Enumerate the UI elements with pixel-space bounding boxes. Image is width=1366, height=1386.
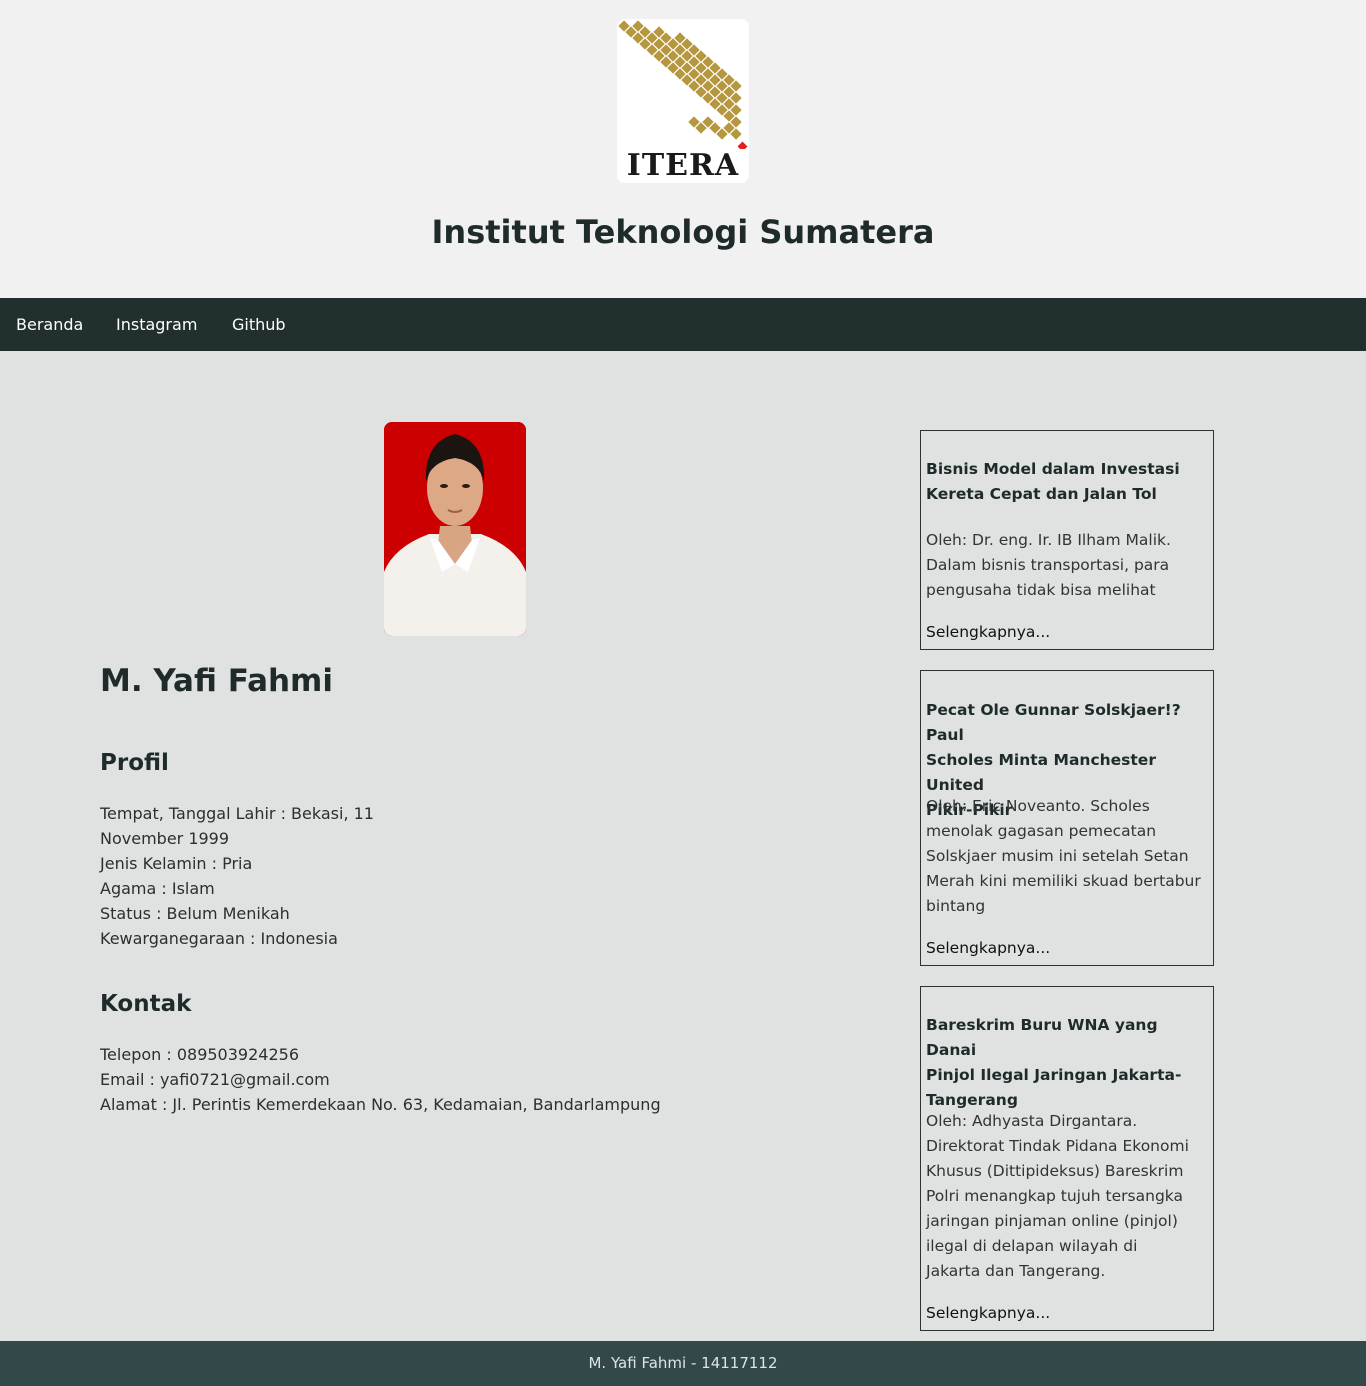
article-excerpt-line: Direktorat Tindak Pidana Ekonomi — [926, 1137, 1189, 1155]
read-more-link[interactable]: Selengkapnya... — [926, 620, 1050, 644]
article-excerpt: Oleh: Eric Noveanto. Scholes menolak gag… — [926, 794, 1212, 919]
article-title-line: Scholes Minta Manchester United — [926, 751, 1156, 794]
profil-line: November 1999 — [100, 829, 230, 848]
article-excerpt-line: Khusus (Dittipideksus) Bareskrim — [926, 1162, 1184, 1180]
site-footer: M. Yafi Fahmi - 14117112 — [0, 1341, 1366, 1386]
read-more-link[interactable]: Selengkapnya... — [926, 936, 1050, 960]
article-title-line: Bareskrim Buru WNA yang Danai — [926, 1016, 1158, 1059]
profil-heading: Profil — [100, 750, 169, 776]
profil-line: Agama : Islam — [100, 879, 215, 898]
nav-item-instagram[interactable]: Instagram — [116, 298, 197, 351]
article-excerpt-line: Oleh: Dr. eng. Ir. IB Ilham Malik. — [926, 531, 1171, 549]
article-excerpt-line: Merah kini memiliki skuad bertabur — [926, 872, 1201, 890]
article-excerpt: Oleh: Dr. eng. Ir. IB Ilham Malik. Dalam… — [926, 528, 1212, 603]
kontak-address: Alamat : Jl. Perintis Kemerdekaan No. 63… — [100, 1095, 661, 1114]
article-excerpt-line: Jakarta dan Tangerang. — [926, 1262, 1106, 1280]
article-excerpt-line: Solskjaer musim ini setelah Setan — [926, 847, 1189, 865]
logo-wordmark: ITERA — [626, 148, 740, 183]
nav-item-github[interactable]: Github — [232, 298, 286, 351]
footer-text: M. Yafi Fahmi - 14117112 — [588, 1354, 778, 1372]
site-header: ITERA Institut Teknologi Sumatera — [0, 0, 1366, 298]
article-excerpt: Oleh: Adhyasta Dirgantara. Direktorat Ti… — [926, 1109, 1212, 1284]
article-excerpt-line: menolak gagasan pemecatan — [926, 822, 1157, 840]
main-navbar: Beranda Instagram Github — [0, 298, 1366, 351]
site-title: Institut Teknologi Sumatera — [431, 213, 935, 251]
profil-line: Jenis Kelamin : Pria — [100, 854, 253, 873]
person-portrait-icon — [384, 422, 526, 636]
article-excerpt-line: Polri menangkap tujuh tersangka — [926, 1187, 1183, 1205]
profil-line: Tempat, Tanggal Lahir : Bekasi, 11 — [100, 804, 374, 823]
kontak-phone: Telepon : 089503924256 — [100, 1045, 299, 1064]
person-name: M. Yafi Fahmi — [100, 663, 333, 699]
article-card: Bisnis Model dalam Investasi Kereta Cepa… — [920, 430, 1214, 650]
article-title-line: Bisnis Model dalam Investasi — [926, 460, 1180, 478]
article-title-line: Pecat Ole Gunnar Solskjaer!? Paul — [926, 701, 1181, 744]
article-excerpt-line: Dalam bisnis transportasi, para — [926, 556, 1170, 574]
nav-item-beranda[interactable]: Beranda — [16, 298, 83, 351]
article-title[interactable]: Bareskrim Buru WNA yang Danai Pinjol Ile… — [926, 1013, 1212, 1113]
article-title[interactable]: Bisnis Model dalam Investasi Kereta Cepa… — [926, 457, 1212, 507]
article-excerpt-line: bintang — [926, 897, 986, 915]
article-excerpt-line: Oleh: Eric Noveanto. Scholes — [926, 797, 1150, 815]
article-excerpt-line: pengusaha tidak bisa melihat — [926, 581, 1156, 599]
profile-photo — [384, 422, 526, 636]
kontak-heading: Kontak — [100, 991, 192, 1017]
article-excerpt-line: jaringan pinjaman online (pinjol) — [926, 1212, 1178, 1230]
kontak-email: Email : yafi0721@gmail.com — [100, 1070, 330, 1089]
read-more-link[interactable]: Selengkapnya... — [926, 1301, 1050, 1325]
article-card: Pecat Ole Gunnar Solskjaer!? Paul Schole… — [920, 670, 1214, 966]
article-excerpt-line: Oleh: Adhyasta Dirgantara. — [926, 1112, 1138, 1130]
itera-logo[interactable]: ITERA — [617, 19, 749, 183]
article-card: Bareskrim Buru WNA yang Danai Pinjol Ile… — [920, 986, 1214, 1331]
article-excerpt-line: ilegal di delapan wilayah di — [926, 1237, 1138, 1255]
itera-logo-mark-icon — [618, 20, 748, 149]
profil-line: Status : Belum Menikah — [100, 904, 290, 923]
article-title-line: Pinjol Ilegal Jaringan Jakarta- — [926, 1066, 1182, 1084]
profil-line: Kewarganegaraan : Indonesia — [100, 929, 338, 948]
article-title-line: Kereta Cepat dan Jalan Tol — [926, 485, 1157, 503]
